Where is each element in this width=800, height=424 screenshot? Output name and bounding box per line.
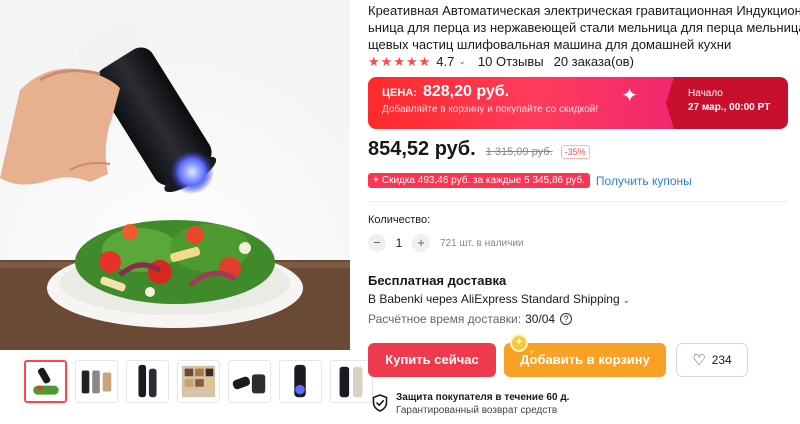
promo-start-date: 27 мар., 00:00 PT [688,102,771,113]
star-icon: ★ [393,54,405,69]
protection-subtitle: Гарантированный возврат средств [396,405,558,416]
quantity-input[interactable]: 1 [386,236,412,250]
rating-row: ★ ★ ★ ★ ★ 4.7 ⌄ 10 Отзывы 20 заказа(ов) [368,54,634,69]
wishlist-count: 234 [711,353,732,367]
get-coupons-link[interactable]: Получить купоны [596,174,692,188]
product-title-line: ьница для перца из нержавеющей стали мел… [368,20,800,35]
add-to-cart-label: Добавить в корзину [520,352,650,367]
star-icon: ★ [418,54,431,69]
discount-badge: -35% [560,145,590,159]
coupon-text: Скидка 493,46 руб. за каждые 5 345,86 ру… [381,175,585,186]
product-title-line: щевых частиц шлифовальная машина для дом… [368,37,732,52]
quantity-plus-button[interactable]: + [412,234,430,252]
thumbnail-3[interactable] [126,360,169,403]
delivery-eta: Расчётное время доставки: 30/04 ? [368,312,573,326]
eta-label: Расчётное время доставки: [368,312,522,326]
product-photo [0,0,350,350]
shipping-method[interactable]: В Babenki через AliExpress Standard Ship… [368,292,630,306]
star-icon: ★ [380,54,393,69]
current-price: 854,52 руб. [368,138,476,160]
thumbnail-4[interactable] [177,360,220,403]
thumbnail-2[interactable] [75,360,118,403]
star-icon: ★ [368,54,380,69]
heart-icon: ♡ [692,351,706,369]
rating-value[interactable]: 4.7 [436,54,454,69]
thumbnail-7[interactable] [330,360,373,403]
add-to-cart-button[interactable]: ✦ ✦ Добавить в корзину [504,334,666,377]
price-row: 854,52 руб. 1 315,09 руб. -35% [368,138,590,161]
thumbnail-strip [24,360,373,403]
plus-icon: + [373,175,379,186]
orders-count: 20 заказа(ов) [553,54,634,69]
promo-price-label: ЦЕНА: [382,87,417,99]
action-buttons: Купить сейчас ✦ ✦ Добавить в корзину ♡ 2… [368,334,748,377]
product-title-line: Креативная Автоматическая электрическая … [368,3,800,18]
shipping-title: Бесплатная доставка [368,273,507,288]
promo-price: 828,20 руб. [422,83,510,100]
coupon-badge[interactable]: + Скидка 493,46 руб. за каждые 5 345,86 … [368,173,590,188]
promo-banner: ЦЕНА: 828,20 руб. Добавляйте в корзину и… [368,77,788,129]
sparkle-icon: ✦ [621,85,638,107]
thumbnail-6[interactable] [279,360,322,403]
product-title: Креативная Автоматическая электрическая … [368,2,800,53]
promo-start-label: Начало [688,88,723,99]
stock-count: 721 шт. в наличии [440,237,524,249]
promo-price-block: ЦЕНА: 828,20 руб. Добавляйте в корзину и… [368,77,674,129]
chevron-down-icon[interactable]: ⌄ [458,56,466,67]
question-circle-icon[interactable]: ? [560,313,573,325]
rating-stars: ★ ★ ★ ★ ★ [368,55,430,68]
protection-title: Защита покупателя в течение 60 д. [396,392,570,403]
promo-start-block: Начало 27 мар., 00:00 PT [666,77,788,129]
buy-now-button[interactable]: Купить сейчас [368,343,496,377]
reviews-link[interactable]: 10 Отзывы [478,54,544,69]
shipping-method-text: В Babenki через AliExpress Standard Ship… [368,292,620,306]
coin-icon: ✦ [510,334,528,352]
shield-check-icon [372,394,388,412]
thumbnail-1[interactable] [24,360,67,403]
star-icon: ★ [405,54,418,69]
quantity-label: Количество: [368,214,431,226]
divider [368,201,788,202]
coupon-row: + Скидка 493,46 руб. за каждые 5 345,86 … [368,173,692,188]
quantity-stepper: − 1 + 721 шт. в наличии [368,234,524,252]
wishlist-button[interactable]: ♡ 234 [676,343,748,377]
chevron-down-icon: ⌄ [622,295,631,305]
sparkle-icon: ✦ [528,347,536,357]
buyer-protection[interactable]: Защита покупателя в течение 60 д. Гарант… [372,391,569,418]
old-price: 1 315,09 руб. [485,146,553,158]
quantity-minus-button[interactable]: − [368,234,386,252]
thumbnail-5[interactable] [228,360,271,403]
product-main-image[interactable] [0,0,350,350]
eta-date: 30/04 [525,312,556,326]
